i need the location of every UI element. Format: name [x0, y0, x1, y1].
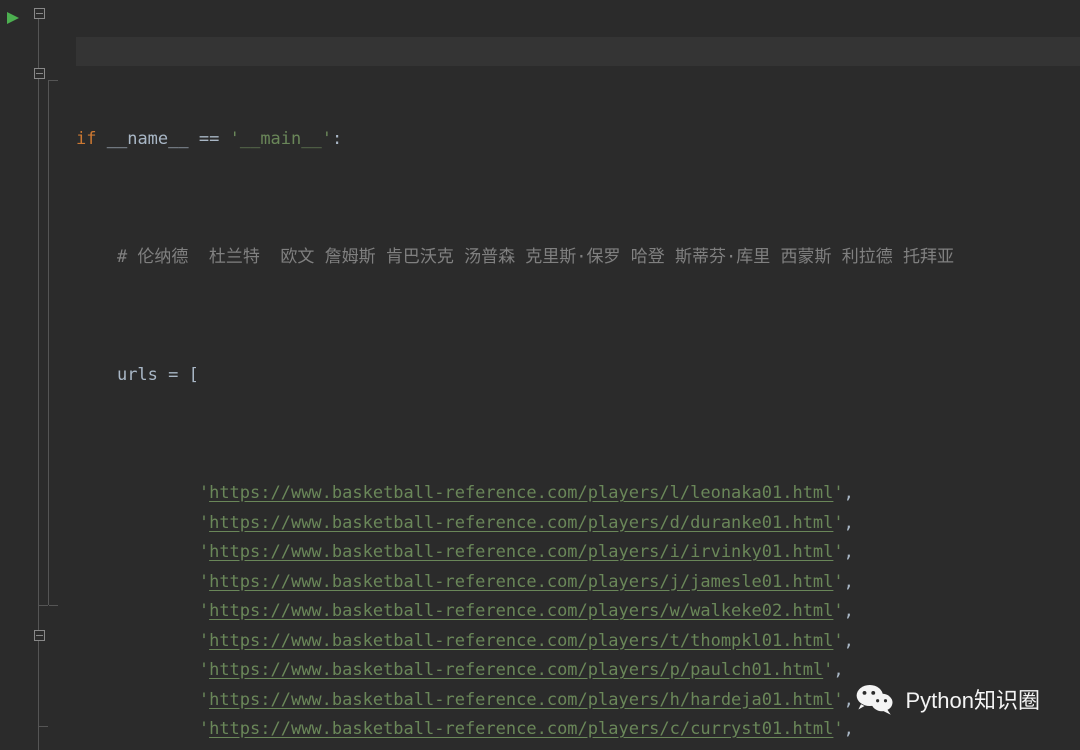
url-link[interactable]: https://www.basketball-reference.com/pla… — [209, 686, 833, 716]
url-link[interactable]: https://www.basketball-reference.com/pla… — [209, 627, 833, 657]
code-line[interactable]: 'https://www.basketball-reference.com/pl… — [76, 479, 1080, 509]
wechat-icon — [854, 678, 896, 720]
code-line[interactable]: 'https://www.basketball-reference.com/pl… — [76, 509, 1080, 539]
code-line[interactable]: urls = [ — [76, 361, 1080, 391]
url-link[interactable]: https://www.basketball-reference.com/pla… — [209, 538, 833, 568]
code-line[interactable]: 'https://www.basketball-reference.com/pl… — [76, 627, 1080, 657]
url-link[interactable]: https://www.basketball-reference.com/pla… — [209, 597, 833, 627]
watermark: Python知识圈 — [854, 678, 1041, 720]
run-icon[interactable] — [6, 10, 30, 30]
fold-toggle-icon[interactable] — [34, 8, 45, 19]
url-link[interactable]: https://www.basketball-reference.com/pla… — [209, 568, 833, 598]
run-gutter — [0, 0, 30, 750]
code-editor[interactable]: if __name__ == '__main__': # 伦纳德 杜兰特 欧文 … — [0, 0, 1080, 750]
current-line-highlight — [76, 37, 1080, 67]
url-link[interactable]: https://www.basketball-reference.com/pla… — [209, 509, 833, 539]
code-line[interactable]: 'https://www.basketball-reference.com/pl… — [76, 597, 1080, 627]
watermark-text: Python知识圈 — [906, 683, 1041, 715]
code-line[interactable]: if __name__ == '__main__': — [76, 125, 1080, 155]
fold-toggle-icon[interactable] — [34, 68, 45, 79]
url-link[interactable]: https://www.basketball-reference.com/pla… — [209, 745, 833, 750]
url-link[interactable]: https://www.basketball-reference.com/pla… — [209, 715, 833, 745]
code-area[interactable]: if __name__ == '__main__': # 伦纳德 杜兰特 欧文 … — [76, 0, 1080, 750]
url-link[interactable]: https://www.basketball-reference.com/pla… — [209, 479, 833, 509]
code-line[interactable]: 'https://www.basketball-reference.com/pl… — [76, 568, 1080, 598]
fold-gutter — [30, 0, 76, 750]
code-line[interactable]: 'https://www.basketball-reference.com/pl… — [76, 538, 1080, 568]
fold-toggle-icon[interactable] — [34, 630, 45, 641]
code-line[interactable]: # 伦纳德 杜兰特 欧文 詹姆斯 肯巴沃克 汤普森 克里斯·保罗 哈登 斯蒂芬·… — [76, 243, 1080, 273]
code-line[interactable]: 'https://www.basketball-reference.com/pl… — [76, 745, 1080, 750]
url-link[interactable]: https://www.basketball-reference.com/pla… — [209, 656, 823, 686]
